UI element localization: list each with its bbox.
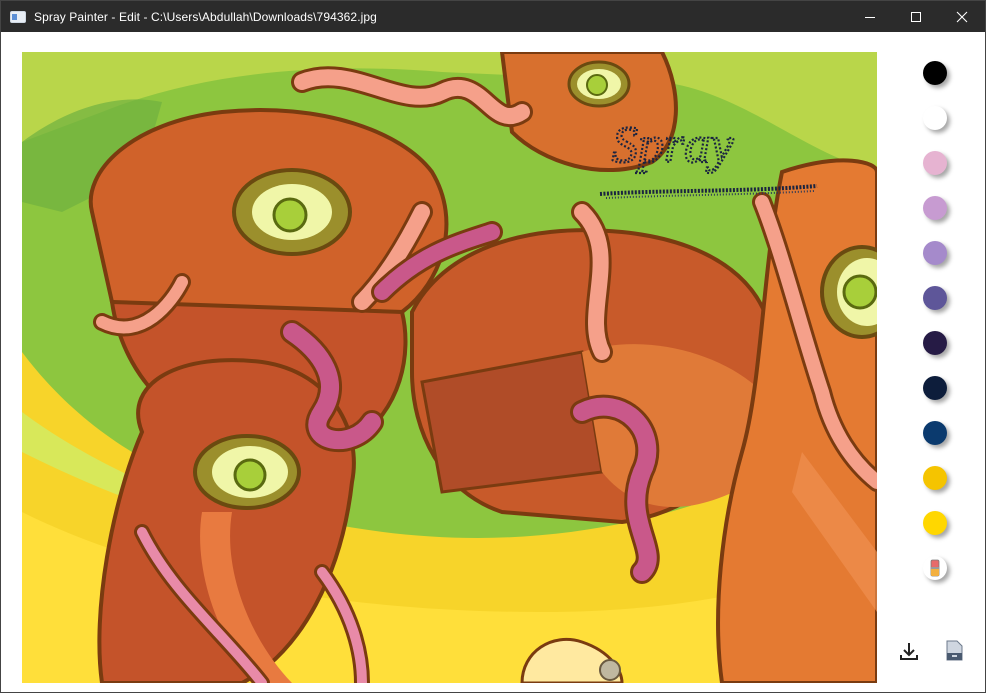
- close-icon: [956, 11, 968, 22]
- drawing-canvas[interactable]: Spray: [22, 52, 877, 683]
- color-swatch-black[interactable]: [923, 61, 947, 85]
- close-button[interactable]: [939, 1, 985, 32]
- maximize-icon: [911, 11, 921, 22]
- maximize-button[interactable]: [893, 1, 939, 32]
- color-swatch-blue[interactable]: [923, 421, 947, 445]
- minimize-button[interactable]: [847, 1, 893, 32]
- color-swatch-dark-purple[interactable]: [923, 331, 947, 355]
- painting-image: Spray: [22, 52, 877, 683]
- eraser-icon: [930, 559, 940, 577]
- color-swatch-yellow[interactable]: [923, 511, 947, 535]
- minimize-icon: [865, 16, 875, 18]
- download-button[interactable]: [896, 638, 922, 664]
- window-title: Spray Painter - Edit - C:\Users\Abdullah…: [34, 9, 377, 24]
- eraser-button[interactable]: [923, 556, 947, 580]
- color-swatch-navy[interactable]: [923, 376, 947, 400]
- color-swatch-lavender[interactable]: [923, 241, 947, 265]
- color-swatch-light-pink[interactable]: [923, 151, 947, 175]
- save-disk-icon: [946, 640, 963, 661]
- color-swatch-amber[interactable]: [923, 466, 947, 490]
- color-swatch-lilac[interactable]: [923, 196, 947, 220]
- save-button[interactable]: [941, 638, 967, 664]
- client-area: Spray: [1, 32, 985, 692]
- download-icon: [900, 643, 918, 660]
- app-window: Spray Painter - Edit - C:\Users\Abdullah…: [0, 0, 986, 693]
- app-icon: [10, 10, 26, 23]
- window-controls: [847, 1, 985, 32]
- spray-text: Spray: [612, 117, 734, 174]
- title-bar[interactable]: Spray Painter - Edit - C:\Users\Abdullah…: [1, 1, 985, 32]
- color-swatch-white[interactable]: [923, 106, 947, 130]
- color-swatch-violet[interactable]: [923, 286, 947, 310]
